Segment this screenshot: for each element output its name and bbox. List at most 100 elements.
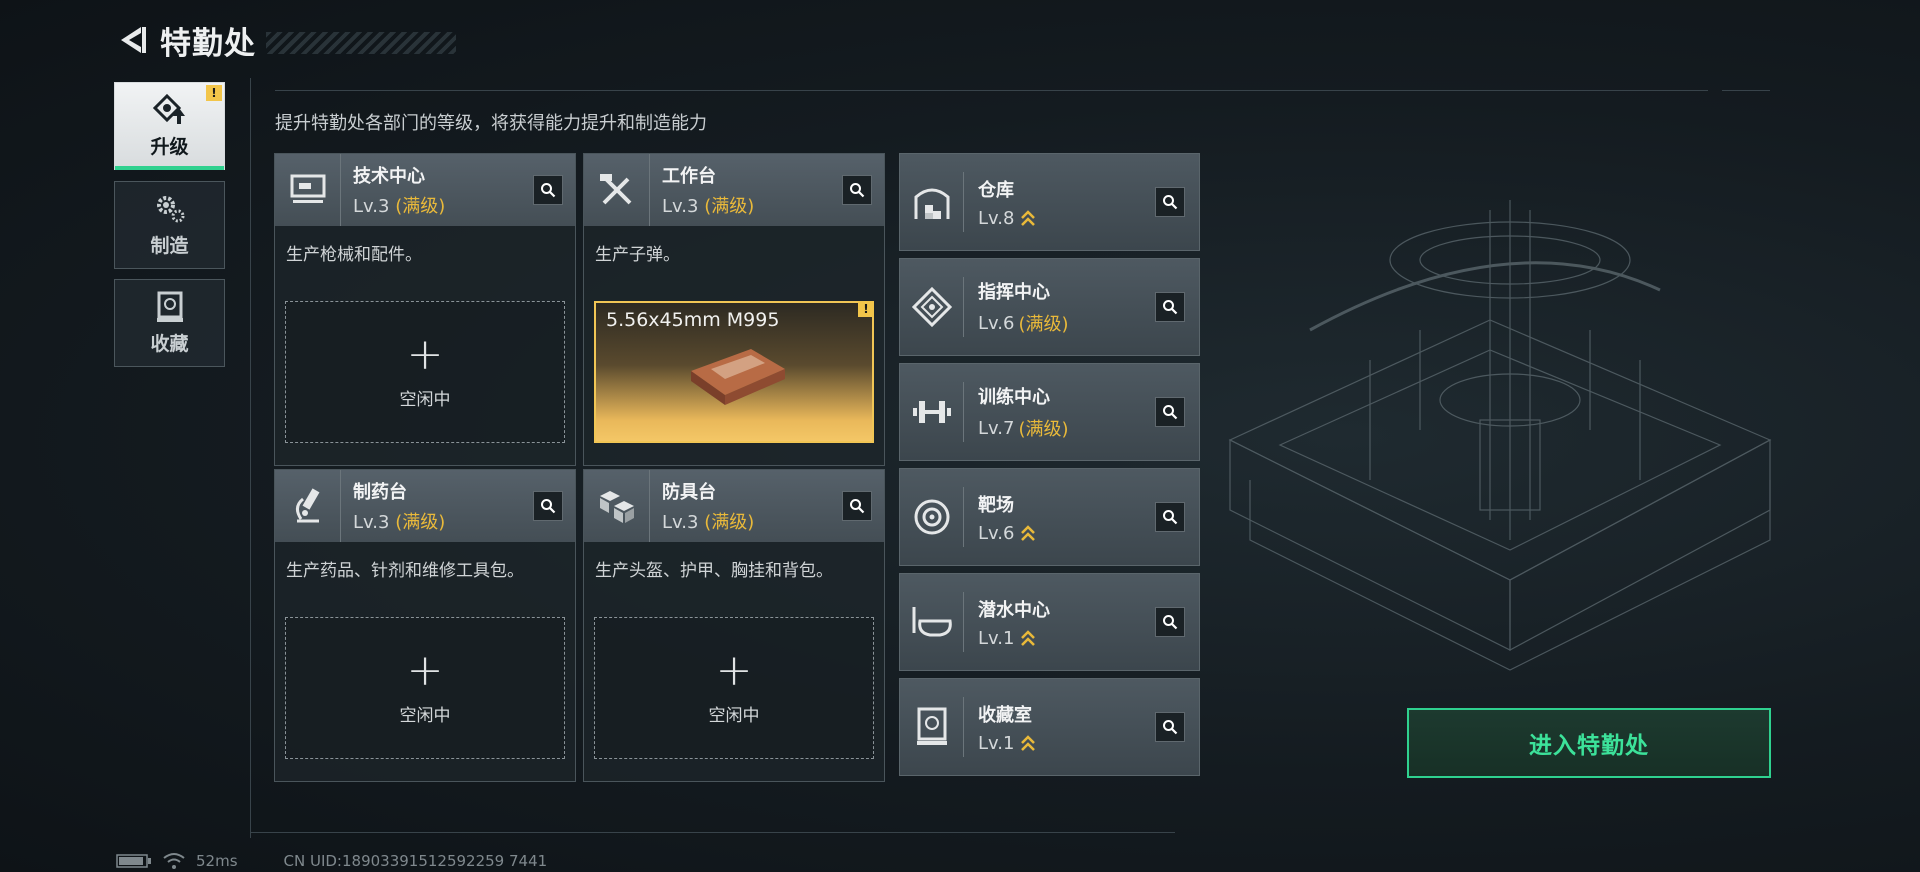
inspect-button[interactable] <box>1155 397 1185 427</box>
workshop-level: Lv.3 (满级) <box>662 196 755 217</box>
collection-icon <box>155 291 185 323</box>
craft-slot-empty[interactable]: + 空闲中 <box>285 301 565 443</box>
facility-level: Lv.6 <box>978 523 1036 544</box>
workshop-description: 生产药品、针剂和维修工具包。 <box>286 561 524 581</box>
craft-slot-empty[interactable]: + 空闲中 <box>594 617 874 759</box>
tab-craft[interactable]: 制造 <box>114 181 225 269</box>
inspect-button[interactable] <box>1155 607 1185 637</box>
facility-diving-center[interactable]: 潜水中心 Lv.1 <box>899 573 1200 671</box>
upgrade-available-icon <box>1021 210 1036 226</box>
facility-level: Lv.8 <box>978 208 1036 229</box>
facility-collection-room[interactable]: 收藏室 Lv.1 <box>899 678 1200 776</box>
inspect-button[interactable] <box>842 175 872 205</box>
page-title: 特勤处 <box>160 25 256 62</box>
craft-slot-active[interactable]: ! 5.56x45mm M995 <box>594 301 874 443</box>
search-icon <box>850 499 865 514</box>
facility-name: 指挥中心 <box>978 282 1050 303</box>
inspect-button[interactable] <box>1155 712 1185 742</box>
back-arrow-icon <box>121 27 146 53</box>
workshop-description: 生产头盔、护甲、胸挂和背包。 <box>595 561 833 581</box>
battery-icon <box>116 854 151 868</box>
facility-warehouse[interactable]: 仓库 Lv.8 <box>899 153 1200 251</box>
plus-icon: + <box>406 644 444 696</box>
top-divider-line-right <box>1722 90 1770 91</box>
inspect-button[interactable] <box>1155 502 1185 532</box>
workshop-level: Lv.3 (满级) <box>353 196 446 217</box>
search-icon <box>541 499 556 514</box>
shooting-range-icon <box>900 487 964 547</box>
workshop-name: 制药台 <box>353 482 407 503</box>
inspect-button[interactable] <box>533 491 563 521</box>
collection-room-icon <box>900 697 964 757</box>
workshop-level: Lv.3 (满级) <box>353 512 446 533</box>
ping-value: 52ms <box>196 852 238 870</box>
title-decoration <box>266 32 456 54</box>
tab-label-collection: 收藏 <box>150 332 189 355</box>
status-bar: 52ms CN UID:18903391512592259 7441 <box>116 852 547 870</box>
slot-status: 空闲中 <box>399 389 451 410</box>
search-icon <box>1163 615 1178 630</box>
upgrade-available-icon <box>1021 630 1036 646</box>
search-icon <box>1163 510 1178 525</box>
tab-label-craft: 制造 <box>150 234 189 257</box>
enter-special-ops-button[interactable]: 进入特勤处 <box>1407 708 1771 778</box>
craft-slot-empty[interactable]: + 空闲中 <box>285 617 565 759</box>
tech-center-icon <box>275 154 341 226</box>
facility-name: 仓库 <box>978 179 1014 201</box>
workshop-level: Lv.3 (满级) <box>662 512 755 533</box>
inspect-button[interactable] <box>842 491 872 521</box>
search-icon <box>541 183 556 198</box>
diving-center-icon <box>900 592 964 652</box>
inspect-button[interactable] <box>533 175 563 205</box>
card-header: 工作台 Lv.3 (满级) <box>584 154 884 226</box>
back-button[interactable] <box>112 20 152 60</box>
facility-command-center[interactable]: 指挥中心 Lv.6 (满级) <box>899 258 1200 356</box>
facility-level: Lv.6 (满级) <box>978 312 1069 336</box>
upgrade-available-icon <box>1021 735 1036 751</box>
command-center-icon <box>900 277 964 337</box>
workshop-card-tech-center: 技术中心 Lv.3 (满级) 生产枪械和配件。 + 空闲中 <box>274 153 576 466</box>
workshop-name: 工作台 <box>662 166 716 187</box>
pharmacy-icon <box>275 470 341 542</box>
search-icon <box>1163 195 1178 210</box>
facility-shooting-range[interactable]: 靶场 Lv.6 <box>899 468 1200 566</box>
search-icon <box>1163 405 1178 420</box>
tab-upgrade[interactable]: ! 升级 <box>114 82 225 170</box>
facility-name: 训练中心 <box>978 387 1050 408</box>
facility-name: 潜水中心 <box>978 599 1050 621</box>
armor-bench-icon <box>584 470 650 542</box>
facility-level: Lv.1 <box>978 628 1050 649</box>
workshop-description: 生产子弹。 <box>595 245 680 265</box>
slot-status: 空闲中 <box>399 705 451 726</box>
facility-name: 靶场 <box>978 494 1014 516</box>
alert-badge: ! <box>206 85 222 101</box>
plus-icon: + <box>406 328 444 380</box>
workshop-card-pharmacy: 制药台 Lv.3 (满级) 生产药品、针剂和维修工具包。 + 空闲中 <box>274 469 576 782</box>
facility-level: Lv.7 (满级) <box>978 417 1069 441</box>
enter-button-label: 进入特勤处 <box>1529 733 1649 759</box>
card-header: 技术中心 Lv.3 (满级) <box>275 154 575 226</box>
warehouse-icon <box>900 172 964 232</box>
workshop-card-workbench: 工作台 Lv.3 (满级) 生产子弹。 ! 5.56x45mm M995 <box>583 153 885 466</box>
training-center-icon <box>900 382 964 442</box>
inspect-button[interactable] <box>1155 187 1185 217</box>
gears-icon <box>154 193 186 225</box>
workshop-description: 生产枪械和配件。 <box>286 245 422 265</box>
search-icon <box>850 183 865 198</box>
tab-collection[interactable]: 收藏 <box>114 279 225 367</box>
workshop-card-armor-bench: 防具台 Lv.3 (满级) 生产头盔、护甲、胸挂和背包。 + 空闲中 <box>583 469 885 782</box>
inspect-button[interactable] <box>1155 292 1185 322</box>
workshop-name: 技术中心 <box>353 166 425 187</box>
user-uid: CN UID:18903391512592259 7441 <box>283 852 548 870</box>
search-icon <box>1163 720 1178 735</box>
tab-label-upgrade: 升级 <box>150 135 189 158</box>
workshop-name: 防具台 <box>662 482 716 503</box>
facility-training-center[interactable]: 训练中心 Lv.7 (满级) <box>899 363 1200 461</box>
card-header: 防具台 Lv.3 (满级) <box>584 470 884 542</box>
wifi-icon <box>163 853 185 869</box>
bottom-line <box>250 832 1175 833</box>
crafting-item-name: 5.56x45mm M995 <box>606 309 780 331</box>
ammo-box-icon <box>691 349 785 405</box>
header: 特勤处 <box>112 18 456 62</box>
left-vertical-line <box>250 78 251 838</box>
